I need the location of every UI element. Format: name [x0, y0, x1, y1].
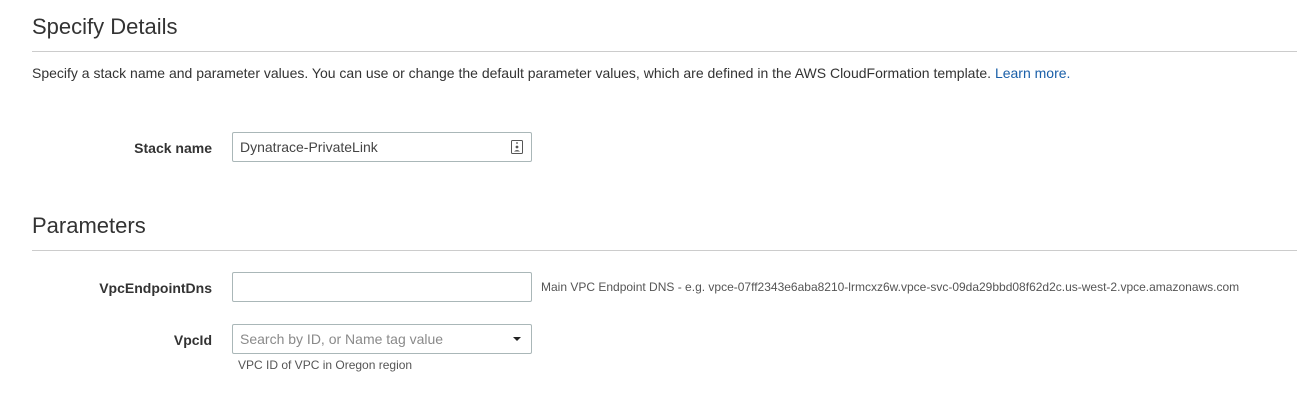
vpc-id-label: VpcId [173, 332, 212, 348]
vpc-endpoint-dns-field[interactable] [232, 272, 532, 302]
details-description: Specify a stack name and parameter value… [32, 64, 1070, 82]
vpc-endpoint-dns-hint: Main VPC Endpoint DNS - e.g. vpce-07ff23… [541, 280, 1240, 294]
page-title: Specify Details [32, 14, 178, 39]
parameters-title: Parameters [32, 213, 146, 238]
section-divider [32, 51, 1297, 52]
contact-card-icon [511, 140, 523, 154]
stack-name-input[interactable] [233, 133, 502, 161]
vpc-id-search-input[interactable] [233, 325, 502, 353]
section-divider [32, 250, 1297, 251]
learn-more-link[interactable]: Learn more. [995, 65, 1070, 81]
vpc-id-select[interactable] [232, 324, 532, 354]
vpc-endpoint-dns-label: VpcEndpointDns [99, 280, 212, 296]
vpc-endpoint-dns-input[interactable] [233, 273, 502, 301]
stack-name-label: Stack name [134, 140, 212, 156]
stack-name-field[interactable] [232, 132, 532, 162]
caret-down-icon[interactable] [513, 337, 521, 341]
vpc-id-hint: VPC ID of VPC in Oregon region [238, 358, 413, 372]
description-text: Specify a stack name and parameter value… [32, 65, 992, 81]
